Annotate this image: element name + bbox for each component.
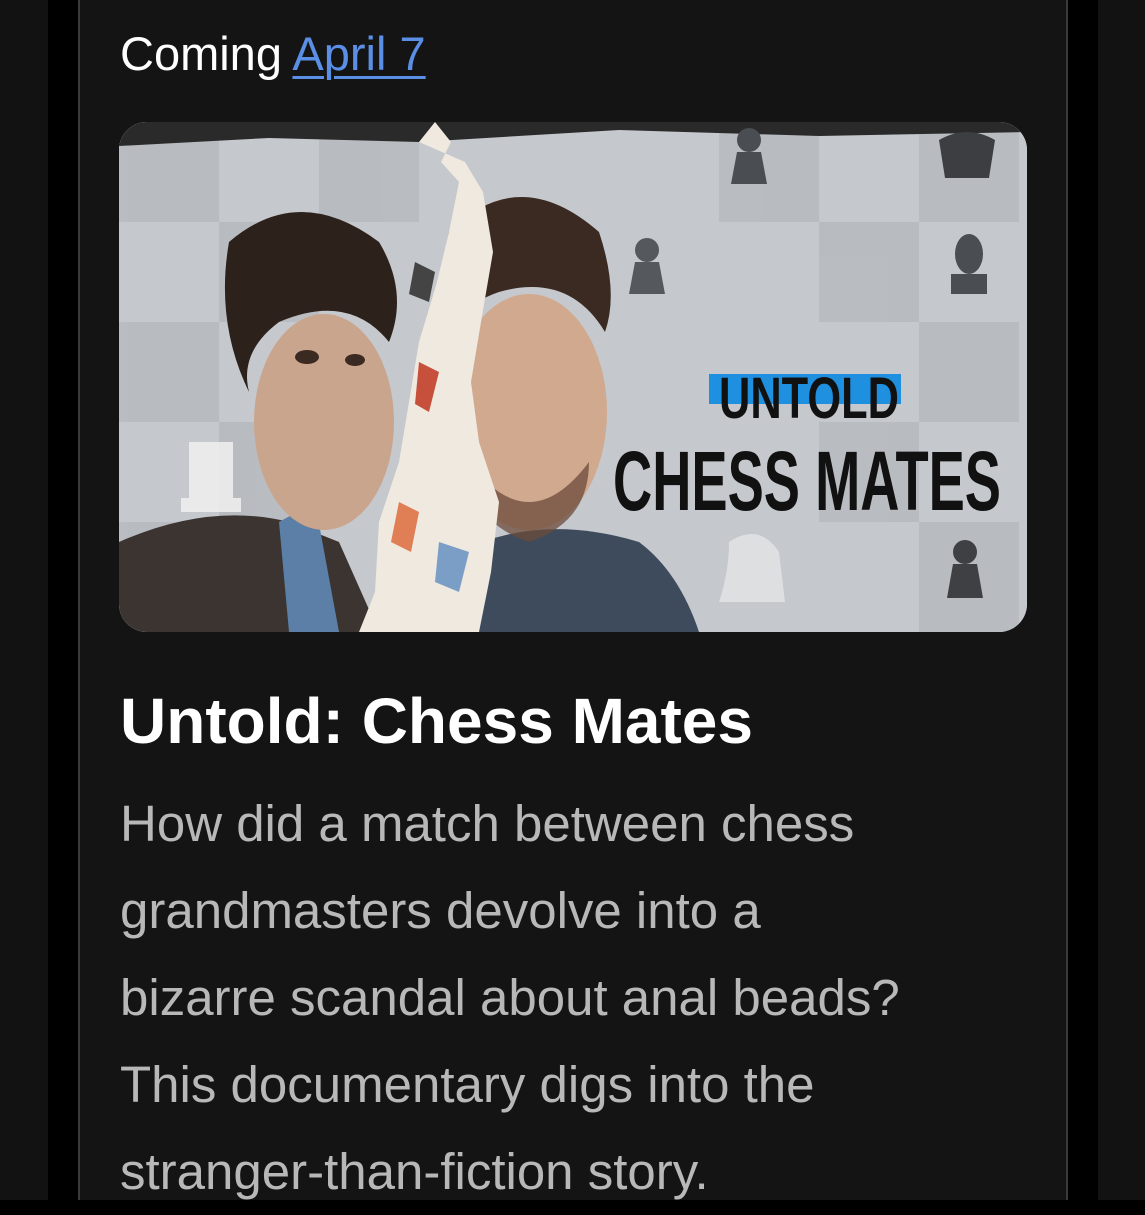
coming-date-line: Coming April 7: [120, 26, 426, 82]
description-line: bizarre scandal about anal beads?: [120, 969, 900, 1026]
card-right-border: [1066, 0, 1068, 1200]
poster-title-line1: UNTOLD: [719, 366, 899, 431]
rook-icon: [181, 442, 241, 512]
left-edge-panel: [0, 0, 48, 1200]
coming-label: Coming: [120, 27, 282, 80]
show-description: How did a match between chess grandmaste…: [120, 780, 1030, 1215]
show-card: Coming April 7 UNTOLD CHESS MATES Untold…: [80, 0, 1066, 1200]
show-poster[interactable]: UNTOLD CHESS MATES: [119, 122, 1027, 632]
king-icon: [939, 132, 995, 178]
description-line: How did a match between chess: [120, 795, 855, 852]
poster-artwork: UNTOLD CHESS MATES: [119, 122, 1027, 632]
right-edge-panel: [1098, 0, 1145, 1200]
poster-title-line2: CHESS MATES: [613, 434, 1001, 528]
release-date-link[interactable]: April 7: [292, 27, 425, 80]
description-line: This documentary digs into the: [120, 1056, 815, 1113]
description-line: grandmasters devolve into a: [120, 882, 761, 939]
show-title: Untold: Chess Mates: [120, 685, 753, 757]
description-line: stranger-than-fiction story.: [120, 1143, 709, 1200]
